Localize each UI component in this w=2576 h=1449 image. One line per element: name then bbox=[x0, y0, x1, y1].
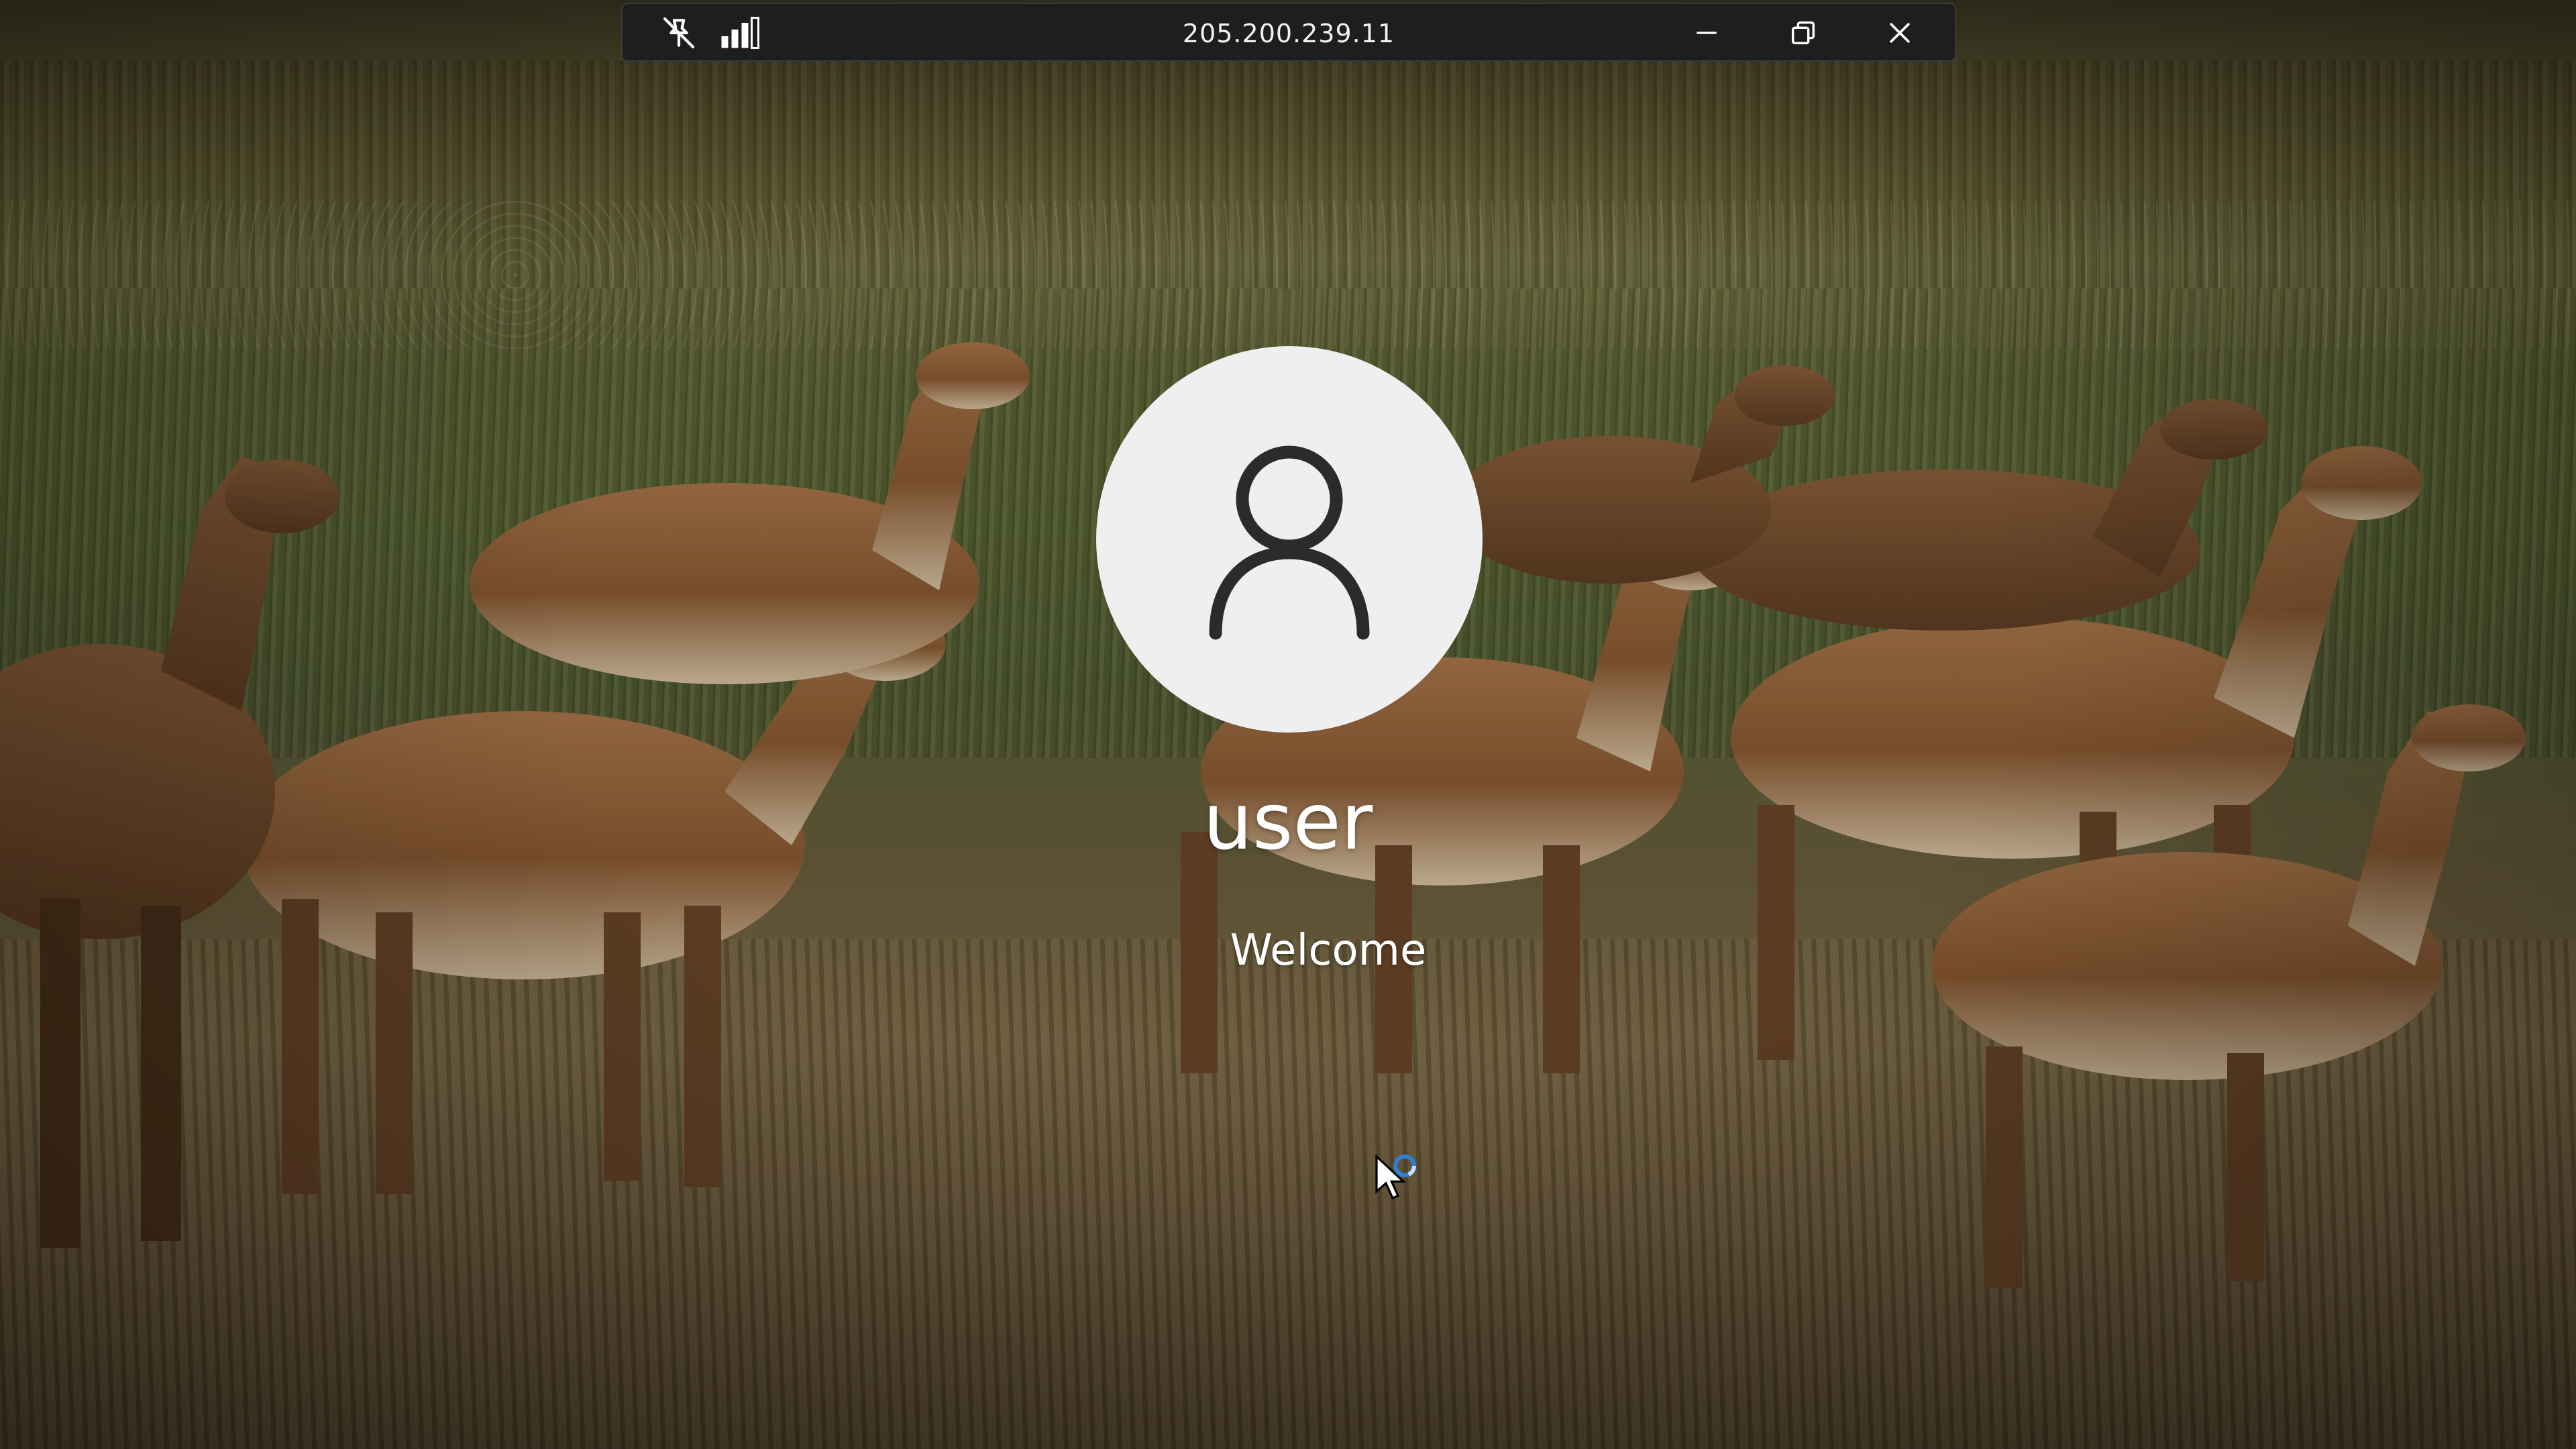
user-avatar[interactable] bbox=[1096, 346, 1483, 733]
welcome-status: Welcome bbox=[1230, 926, 1427, 975]
minimize-button[interactable] bbox=[1673, 9, 1740, 56]
user-profile-icon bbox=[1209, 445, 1370, 640]
remote-connection-bar: 205.200.239.11 bbox=[621, 3, 1956, 62]
restore-button[interactable] bbox=[1770, 9, 1837, 56]
connection-address: 205.200.239.11 bbox=[1182, 19, 1395, 48]
loading-spinner-icon bbox=[1393, 1155, 1416, 1177]
user-name: user bbox=[1203, 777, 1373, 867]
restore-icon bbox=[1791, 21, 1815, 45]
close-button[interactable] bbox=[1866, 9, 1933, 56]
close-icon bbox=[1890, 23, 1910, 43]
minimize-icon bbox=[1697, 32, 1717, 34]
